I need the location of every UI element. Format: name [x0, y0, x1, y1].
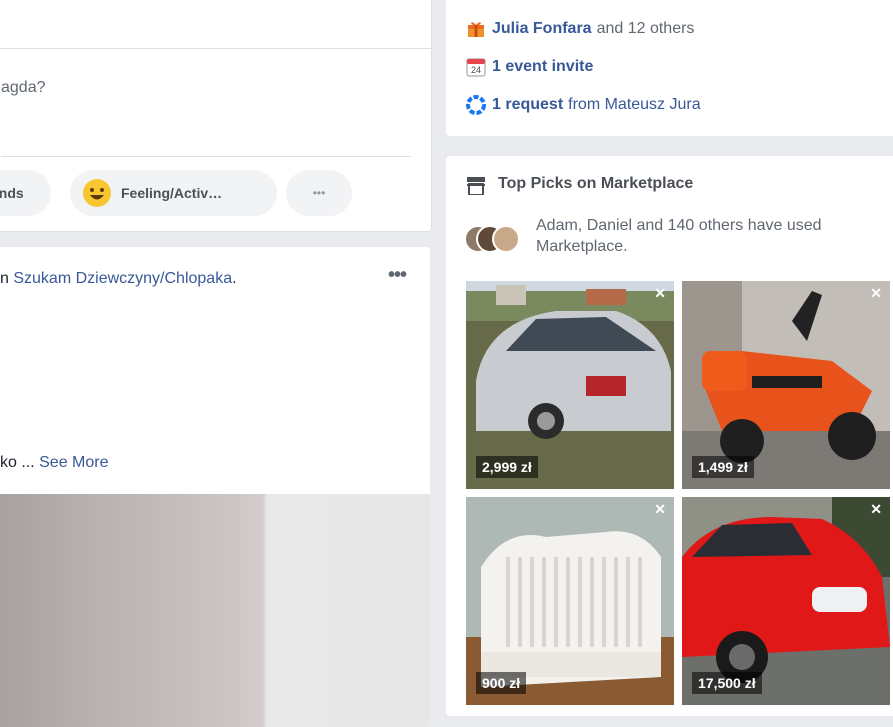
gift-icon [466, 19, 486, 39]
marketplace-item[interactable]: ✕ 900 zł [466, 497, 674, 705]
item-price: 2,999 zł [476, 456, 538, 478]
marketplace-item[interactable]: ✕ 1,499 zł [682, 281, 890, 489]
feeling-activity-button[interactable]: Feeling/Activ… [70, 170, 277, 216]
marketplace-item[interactable]: ✕ 17,500 zł [682, 497, 890, 705]
event-invite-notification[interactable]: 24 1 event invite [466, 57, 593, 77]
marketplace-title[interactable]: Top Picks on Marketplace [498, 175, 693, 193]
more-options-button[interactable]: ••• [286, 170, 352, 216]
composer-divider [0, 48, 431, 49]
user-avatars [464, 225, 524, 253]
item-price: 1,499 zł [692, 456, 754, 478]
close-icon[interactable]: ✕ [870, 285, 882, 302]
post-menu-button[interactable]: ••• [388, 264, 407, 287]
more-options-label: ••• [312, 186, 326, 200]
birthday-rest: and 12 others [596, 20, 695, 37]
friend-request-icon [466, 95, 486, 115]
post-header: n Szukam Dziewczyny/Chlopaka. [0, 270, 237, 288]
friend-request-link[interactable]: 1 request [492, 96, 563, 114]
item-price: 17,500 zł [692, 672, 762, 694]
post-composer: agda? ends Feeling/Activ… ••• [0, 0, 432, 232]
marketplace-panel: Top Picks on Marketplace Adam, Daniel an… [446, 156, 893, 716]
close-icon[interactable]: ✕ [654, 501, 666, 518]
tag-friends-button[interactable]: ends [0, 170, 51, 216]
notifications-panel: Julia Fonfara and 12 others 24 1 event i… [446, 0, 893, 136]
calendar-icon: 24 [466, 57, 486, 77]
close-icon[interactable]: ✕ [870, 501, 882, 518]
friend-request-notification[interactable]: 1 request from Mateusz Jura [466, 95, 701, 115]
post-header-suffix: . [232, 270, 237, 287]
close-icon[interactable]: ✕ [654, 285, 666, 302]
post-photo[interactable] [0, 494, 430, 727]
birthday-notification[interactable]: Julia Fonfara and 12 others [466, 19, 694, 39]
composer-input[interactable]: agda? [1, 79, 46, 97]
group-link[interactable]: Szukam Dziewczyny/Chlopaka [13, 270, 232, 287]
birthday-name-link[interactable]: Julia Fonfara [492, 20, 592, 38]
friend-request-rest: from Mateusz Jura [568, 96, 701, 113]
post-header-prefix: n [0, 270, 14, 287]
event-invite-link[interactable]: 1 event invite [492, 58, 593, 76]
composer-divider [1, 156, 411, 157]
see-more-link[interactable]: See More [39, 454, 108, 471]
calendar-day: 24 [470, 65, 481, 75]
marketplace-item[interactable]: ✕ 2,999 zł [466, 281, 674, 489]
avatar [492, 225, 520, 253]
shop-icon [466, 177, 486, 200]
feeling-activity-label: Feeling/Activ… [121, 185, 223, 201]
tag-friends-label: ends [0, 185, 24, 201]
post-body: ko ... See More [0, 454, 109, 472]
marketplace-users-text: Adam, Daniel and 140 others have used Ma… [536, 217, 822, 255]
item-price: 900 zł [476, 672, 527, 694]
feed-post: n Szukam Dziewczyny/Chlopaka. ••• ko ...… [0, 247, 430, 727]
post-body-text: ko ... [0, 454, 40, 471]
smiley-icon [82, 178, 112, 208]
